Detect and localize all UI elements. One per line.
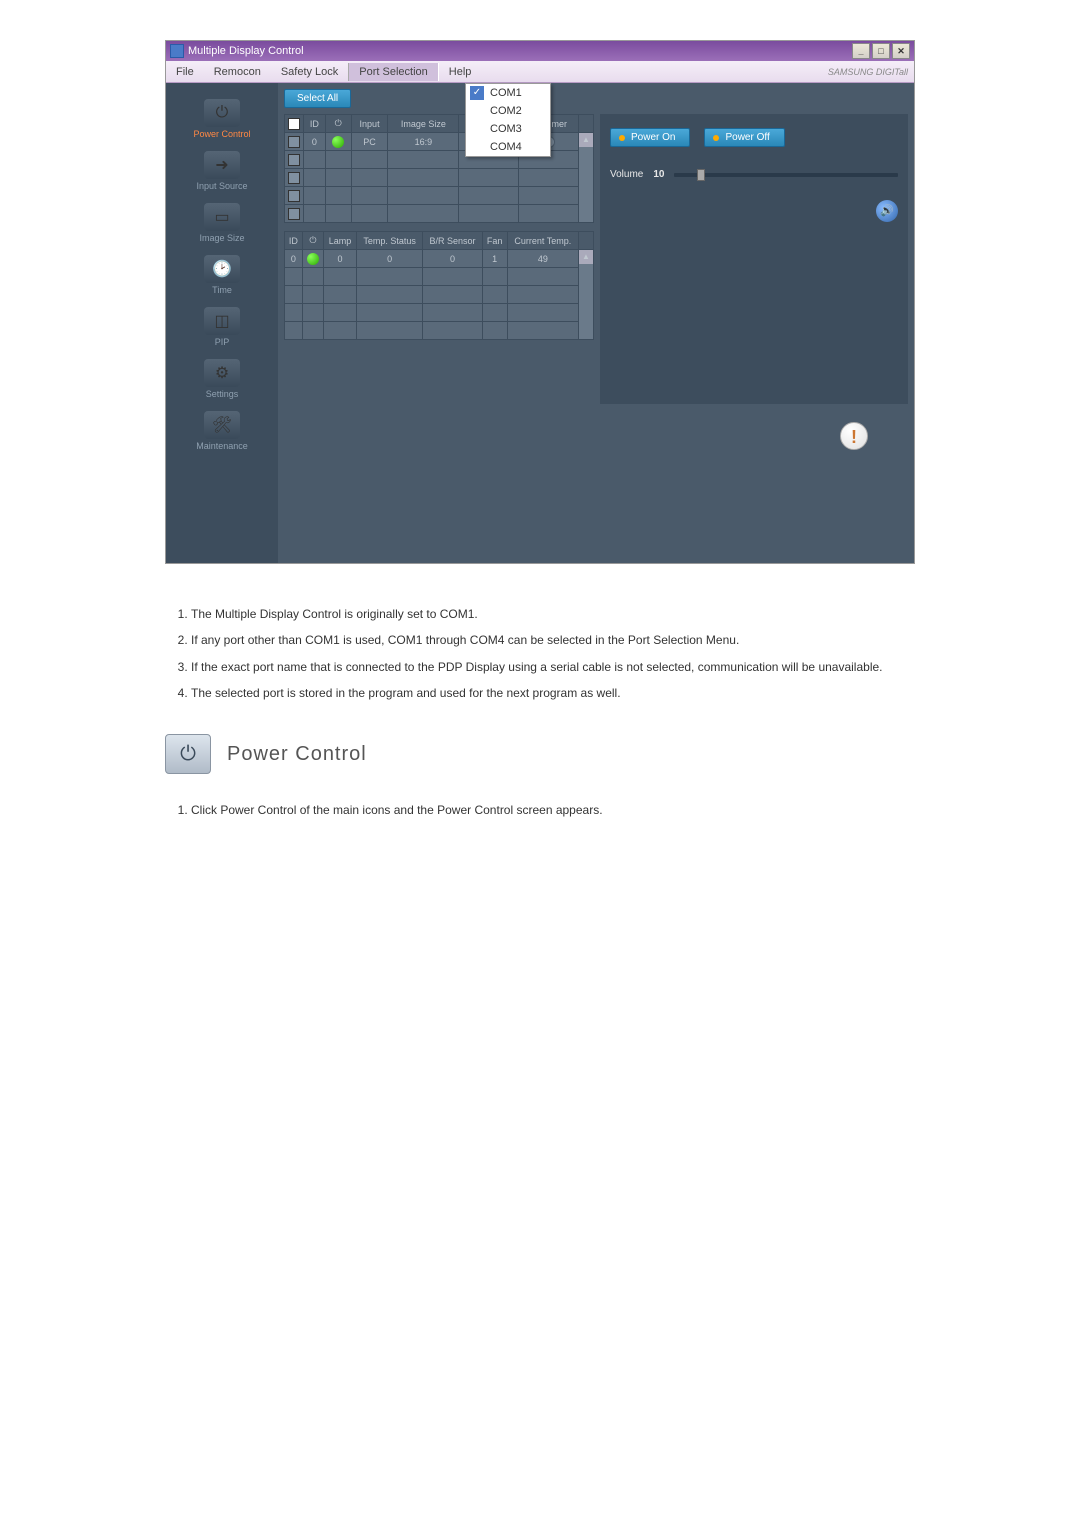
input-source-icon: ➜ (204, 151, 240, 179)
window-title: Multiple Display Control (188, 45, 304, 57)
maximize-button[interactable]: □ (872, 43, 890, 59)
dot-icon (619, 135, 625, 141)
select-all-button[interactable]: Select All (284, 89, 351, 108)
row-checkbox[interactable] (288, 172, 300, 184)
warning-icon: ! (840, 422, 868, 450)
footer-strip: ! (284, 408, 908, 466)
check-icon: ✓ (470, 86, 484, 100)
close-button[interactable]: ✕ (892, 43, 910, 59)
control-panel: Power On Power Off Volume 10 (600, 114, 908, 404)
doc-list-1: The Multiple Display Control is original… (165, 604, 915, 704)
table-row[interactable]: 0 0 0 0 1 49 ▲ (285, 250, 594, 268)
sidebar-item-maintenance[interactable]: 🛠 Maintenance (166, 405, 278, 457)
col-check (285, 115, 304, 133)
port-option-com3[interactable]: COM3 (466, 120, 550, 138)
port-option-com1[interactable]: ✓ COM1 (466, 84, 550, 102)
col-power: ⏻ (325, 115, 351, 133)
brand-label: SAMSUNG DIGITall (828, 67, 908, 77)
col-id: ID (304, 115, 326, 133)
list-item: The Multiple Display Control is original… (191, 604, 915, 624)
table-row[interactable] (285, 268, 594, 286)
app-icon (170, 44, 184, 58)
menu-file[interactable]: File (166, 63, 204, 81)
dot-icon (713, 135, 719, 141)
menu-port-selection[interactable]: Port Selection (348, 63, 438, 81)
volume-thumb[interactable] (697, 169, 705, 181)
row-checkbox[interactable] (288, 136, 300, 148)
table-row[interactable] (285, 304, 594, 322)
col-current-temp: Current Temp. (507, 232, 578, 250)
table-row[interactable] (285, 322, 594, 340)
table-row[interactable] (285, 205, 594, 223)
power-control-icon: ⏻ (165, 734, 211, 774)
row-checkbox[interactable] (288, 154, 300, 166)
power-on-button[interactable]: Power On (610, 128, 690, 147)
menu-remocon[interactable]: Remocon (204, 63, 271, 81)
list-item: If the exact port name that is connected… (191, 657, 915, 677)
sidebar-item-power-control[interactable]: ⏻ Power Control (166, 93, 278, 145)
port-option-com4[interactable]: COM4 (466, 138, 550, 156)
menu-help[interactable]: Help (439, 63, 482, 81)
main-area: Select All Busy ID ⏻ Input Image (278, 83, 914, 563)
scroll-up-button[interactable]: ▲ (579, 250, 593, 264)
maintenance-icon: 🛠 (204, 411, 240, 439)
sidebar-item-pip[interactable]: ◫ PIP (166, 301, 278, 353)
table-row[interactable] (285, 169, 594, 187)
section-title: Power Control (227, 737, 367, 771)
menu-safety-lock[interactable]: Safety Lock (271, 63, 348, 81)
row-checkbox[interactable] (288, 208, 300, 220)
col-power: ⏻ (302, 232, 323, 250)
sensor-status-table: ID ⏻ Lamp Temp. Status B/R Sensor Fan Cu… (284, 231, 594, 340)
minimize-button[interactable]: _ (852, 43, 870, 59)
col-br-sensor: B/R Sensor (423, 232, 482, 250)
table-row[interactable] (285, 187, 594, 205)
col-temp-status: Temp. Status (356, 232, 422, 250)
sidebar: ⏻ Power Control ➜ Input Source ▭ Image S… (166, 83, 278, 563)
settings-icon: ⚙ (204, 359, 240, 387)
power-icon: ⏻ (204, 99, 240, 127)
time-icon: 🕑 (204, 255, 240, 283)
col-input: Input (351, 115, 388, 133)
volume-value: 10 (653, 169, 664, 180)
port-option-com2[interactable]: COM2 (466, 102, 550, 120)
table-row[interactable] (285, 286, 594, 304)
section-heading: ⏻ Power Control (165, 734, 915, 774)
list-item: If any port other than COM1 is used, COM… (191, 630, 915, 650)
doc-content: The Multiple Display Control is original… (165, 604, 915, 820)
volume-slider[interactable] (674, 173, 898, 177)
col-image-size: Image Size (388, 115, 459, 133)
power-off-button[interactable]: Power Off (704, 128, 784, 147)
sidebar-item-image-size[interactable]: ▭ Image Size (166, 197, 278, 249)
app-window: Multiple Display Control _ □ ✕ File Remo… (165, 40, 915, 564)
sidebar-item-settings[interactable]: ⚙ Settings (166, 353, 278, 405)
sidebar-item-input-source[interactable]: ➜ Input Source (166, 145, 278, 197)
list-item: Click Power Control of the main icons an… (191, 800, 915, 820)
col-id: ID (285, 232, 303, 250)
speaker-icon: 🔊 (876, 200, 898, 222)
scroll-up-button[interactable]: ▲ (579, 133, 593, 147)
titlebar: Multiple Display Control _ □ ✕ (166, 41, 914, 61)
port-selection-dropdown: ✓ COM1 COM2 COM3 COM4 (465, 83, 551, 157)
volume-label: Volume (610, 169, 643, 180)
pip-icon: ◫ (204, 307, 240, 335)
image-size-icon: ▭ (204, 203, 240, 231)
sidebar-item-time[interactable]: 🕑 Time (166, 249, 278, 301)
col-fan: Fan (482, 232, 507, 250)
col-lamp: Lamp (324, 232, 357, 250)
row-checkbox[interactable] (288, 190, 300, 202)
list-item: The selected port is stored in the progr… (191, 683, 915, 703)
menubar: File Remocon Safety Lock Port Selection … (166, 61, 914, 83)
doc-list-2: Click Power Control of the main icons an… (165, 800, 915, 820)
power-on-icon (307, 253, 319, 265)
power-on-icon (332, 136, 344, 148)
